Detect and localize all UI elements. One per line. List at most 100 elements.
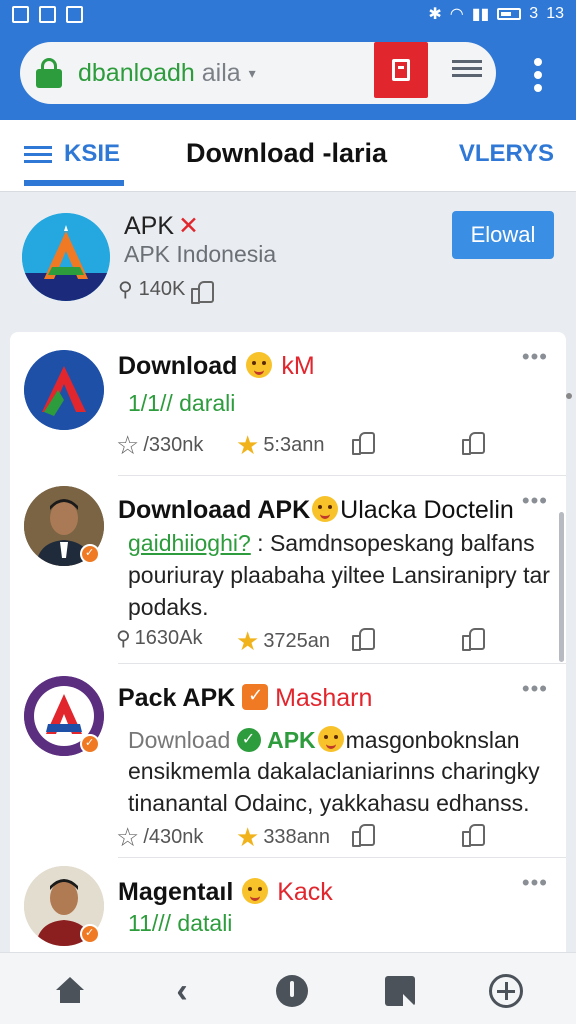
- more-options-icon[interactable]: •••: [522, 676, 548, 702]
- bluetooth-icon: ✱: [428, 6, 442, 23]
- feed: Download kM ••• 1/1// darali ☆/330nk ★ 5:…: [10, 332, 566, 952]
- star-outline-icon[interactable]: ☆: [116, 430, 139, 461]
- chevron-down-icon[interactable]: ▾: [249, 65, 256, 82]
- lock-icon: [36, 58, 62, 88]
- url-text[interactable]: dbanloadh aila: [78, 59, 241, 88]
- browser-toolbar: dbanloadh aila ▾: [0, 28, 576, 120]
- more-options-icon[interactable]: •••: [522, 344, 548, 370]
- close-icon: ✕: [178, 212, 199, 240]
- post-date: 1/1// darali: [128, 390, 236, 416]
- tab-bar: KSIE Download -laria VLERYS: [0, 120, 576, 192]
- battery-icon: [497, 8, 522, 20]
- checkbox-icon: [242, 684, 269, 710]
- hashtag-link[interactable]: gaidhiioghi?: [128, 530, 251, 556]
- star-icon[interactable]: ★: [236, 626, 259, 657]
- post-title: Download kM: [118, 352, 315, 380]
- wifi-icon: ◠: [449, 6, 464, 23]
- star-icon[interactable]: ★: [236, 822, 259, 853]
- post-title: Downloaad APK Ulacka Doctelin: [118, 496, 514, 524]
- bookmark-button[interactable]: [374, 42, 428, 98]
- list-item[interactable]: Pack APK Masharn ••• Download APKmasgonb…: [10, 664, 566, 858]
- list-item[interactable]: Downloaad APKUlacka Doctelin ••• gaidhii…: [10, 476, 566, 664]
- stat-count: /330nk: [143, 434, 204, 456]
- thumbs-up-icon[interactable]: [352, 822, 375, 847]
- post-title: Magentaıl Kack: [118, 878, 333, 906]
- notification-icon: [39, 5, 56, 23]
- nav-power[interactable]: [274, 973, 310, 1009]
- post-body-line: tinanantal Odainc, yakkahasu edhanss.: [128, 790, 530, 816]
- stat-count: 3725an: [263, 630, 331, 652]
- nav-add[interactable]: [488, 973, 524, 1009]
- app-header: APK ✕ APK Indonesia ⚲ 140K Elowal: [0, 193, 576, 399]
- app-subtitle: APK Indonesia: [124, 241, 277, 267]
- thumbs-up-icon[interactable]: [352, 626, 375, 651]
- post-title: Pack APK Masharn: [118, 684, 372, 713]
- nav-back[interactable]: ‹: [164, 971, 200, 1010]
- star-icon[interactable]: ★: [236, 430, 259, 461]
- back-icon: ‹: [176, 971, 188, 1010]
- bottom-navigation: ‹: [0, 952, 576, 1024]
- post-body-line: ensikmemla dakalaclaniarinns charingky: [128, 758, 540, 784]
- stat-count: 5:3ann: [263, 434, 325, 456]
- thumbs-up-icon[interactable]: [462, 430, 485, 455]
- post-stats: ☆/430nk ★ 338ann: [116, 822, 556, 852]
- hamburger-icon: [24, 142, 52, 167]
- nav-notes[interactable]: [382, 973, 418, 1009]
- notification-icon: [12, 5, 29, 23]
- verified-badge-icon: [80, 544, 100, 564]
- home-icon: [55, 977, 85, 1005]
- apk-logo-icon: [22, 213, 110, 301]
- post-body-line: Download APKmasgonboknslan: [128, 726, 520, 754]
- list-item[interactable]: Magentaıl Kack ••• 11/// datali: [10, 858, 566, 952]
- more-options-icon[interactable]: •••: [522, 870, 548, 896]
- note-icon: [385, 976, 415, 1006]
- app-stats-count: 140K: [138, 278, 186, 300]
- check-circle-icon: [236, 728, 261, 752]
- thumbs-up-icon[interactable]: [462, 822, 485, 847]
- more-options-icon[interactable]: •••: [522, 488, 548, 514]
- emoji-icon: [317, 726, 344, 752]
- thumbs-up-icon[interactable]: [352, 430, 375, 455]
- status-bar: ✱ ◠ ▮▮ 3 13: [0, 0, 576, 28]
- avatar: [24, 350, 104, 430]
- thumbs-up-icon[interactable]: [191, 279, 215, 304]
- app-stats: ⚲ 140K: [118, 277, 215, 304]
- scroll-indicator: [566, 393, 572, 399]
- verified-badge-icon: [80, 734, 100, 754]
- search-icon: ⚲: [118, 279, 133, 301]
- install-button[interactable]: Elowal: [452, 211, 554, 259]
- tab-right[interactable]: VLERYS: [459, 140, 554, 168]
- emoji-icon: [242, 878, 269, 904]
- post-date: 11/// datali: [128, 910, 233, 936]
- stat-count: /430nk: [143, 826, 204, 848]
- verified-badge-icon: [80, 924, 100, 944]
- post-body-line: podaks.: [128, 594, 209, 620]
- emoji-icon: [312, 496, 339, 522]
- post-body-line: gaidhiioghi? : Samdnsopeskang balfans: [128, 530, 535, 556]
- post-stats: ☆/330nk ★ 5:3ann: [116, 430, 556, 460]
- comment-icon[interactable]: ⚲: [116, 626, 131, 651]
- list-item[interactable]: Download kM ••• 1/1// darali ☆/330nk ★ 5:…: [10, 332, 566, 476]
- nav-home[interactable]: [52, 973, 88, 1009]
- emoji-icon: [246, 352, 273, 378]
- clock: 13: [546, 5, 564, 22]
- document-icon: [392, 59, 410, 81]
- tab-label: KSIE: [64, 140, 121, 167]
- notification-icon: [66, 5, 83, 23]
- apk-logo-icon: [24, 350, 104, 430]
- reader-mode-icon[interactable]: [452, 60, 482, 84]
- url-suffix: aila: [201, 58, 241, 87]
- stat-count: 338ann: [263, 826, 331, 848]
- battery-level: 3: [529, 5, 539, 22]
- active-tab-indicator: [24, 180, 124, 186]
- star-outline-icon[interactable]: ☆: [116, 822, 139, 853]
- overflow-menu-icon[interactable]: [534, 58, 542, 97]
- power-icon: [276, 975, 308, 1007]
- post-stats: ⚲ 1630Ak ★ 3725an: [116, 626, 556, 656]
- address-bar[interactable]: dbanloadh aila ▾: [20, 42, 496, 104]
- app-logo: [22, 213, 110, 301]
- thumbs-up-icon[interactable]: [462, 626, 485, 651]
- app-name: APK ✕: [124, 212, 199, 240]
- signal-icon: ▮▮: [471, 6, 490, 23]
- tab-menu[interactable]: KSIE: [24, 140, 120, 168]
